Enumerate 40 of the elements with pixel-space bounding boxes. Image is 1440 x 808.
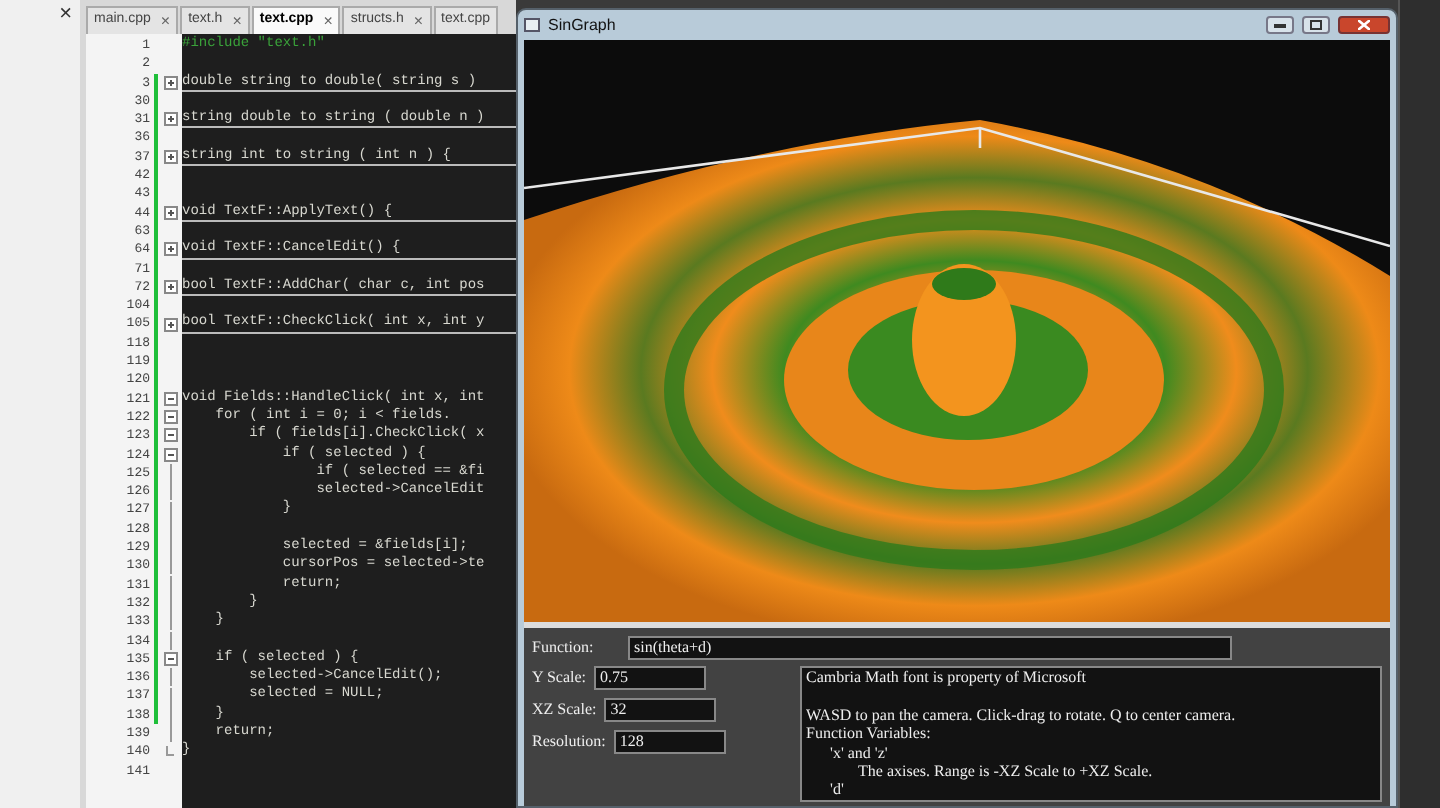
tab-close-button[interactable]: × — [323, 9, 333, 33]
input-field[interactable]: 128 — [613, 730, 726, 754]
app-icon — [524, 18, 540, 32]
info-text: 'd' — [830, 780, 844, 799]
field-label: Resolution: — [532, 730, 606, 754]
collapse-icon[interactable] — [163, 447, 177, 462]
fold-end-mark — [166, 746, 174, 757]
expand-icon[interactable] — [163, 205, 177, 220]
expand-icon[interactable] — [163, 317, 177, 332]
expand-icon[interactable] — [163, 242, 177, 257]
function-field[interactable]: sin(theta+d) — [628, 636, 1232, 660]
expand-icon[interactable] — [163, 280, 177, 294]
expand-icon[interactable] — [163, 149, 177, 164]
tab-close-button[interactable]: × — [413, 9, 424, 33]
field-label: Function: — [532, 636, 596, 660]
tab-close-button[interactable]: × — [160, 9, 171, 33]
close-button[interactable] — [1338, 16, 1390, 34]
field-label: XZ Scale: — [532, 698, 597, 722]
collapse-icon[interactable] — [163, 410, 177, 425]
input-field[interactable]: 0.75 — [594, 666, 707, 690]
info-text: WASD to pan the camera. Click-drag to rotate. Q to center camera. — [806, 705, 1236, 724]
collapse-icon[interactable] — [163, 428, 177, 443]
expand-icon[interactable] — [163, 75, 177, 90]
info-text: 'x' and 'z' — [830, 743, 888, 762]
window-title: SinGraph — [548, 13, 616, 37]
expand-icon[interactable] — [163, 112, 177, 127]
info-text: Cambria Math font is property of Microsoft — [806, 668, 1086, 686]
input-field[interactable]: 32 — [604, 698, 717, 722]
collapse-icon[interactable] — [163, 651, 177, 666]
close-icon — [1358, 20, 1370, 30]
info-text: Function Variables: — [806, 724, 931, 743]
info-text: The axises. Range is -XZ Scale to +XZ Scale. — [858, 761, 1153, 780]
close-button[interactable]: × — [59, 4, 72, 26]
maximize-icon — [1310, 20, 1322, 30]
tab-close-button[interactable]: × — [232, 9, 242, 33]
maximize-button[interactable] — [1302, 16, 1330, 34]
minimize-icon — [1274, 23, 1286, 27]
field-label: Y Scale: — [532, 666, 587, 690]
collapse-icon[interactable] — [163, 391, 177, 406]
minimize-button[interactable] — [1266, 16, 1294, 34]
